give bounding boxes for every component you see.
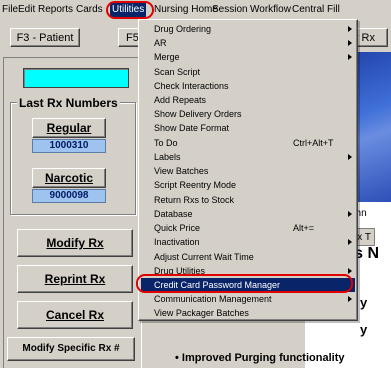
submenu-arrow-icon bbox=[348, 239, 352, 245]
menu-item-label: Add Repeats bbox=[154, 95, 207, 105]
menu-item-label: Check Interactions bbox=[154, 81, 229, 91]
menu-item-view-packager-batches[interactable]: View Packager Batches bbox=[141, 306, 355, 320]
cancel-rx-button[interactable]: Cancel Rx bbox=[17, 301, 133, 329]
highlight-annotation-credit-card bbox=[136, 274, 353, 293]
modify-specific-rx-button[interactable]: Modify Specific Rx # bbox=[7, 337, 135, 361]
regular-number: 1000310 bbox=[32, 139, 106, 153]
menu-session[interactable]: Session bbox=[212, 2, 248, 17]
menu-workflow[interactable]: Workflow bbox=[250, 2, 291, 17]
menu-item-label: Inactivation bbox=[154, 237, 200, 247]
regular-label: Regular bbox=[46, 121, 92, 135]
menu-item-check-interactions[interactable]: Check Interactions bbox=[141, 79, 355, 93]
menu-item-communication-management[interactable]: Communication Management bbox=[141, 292, 355, 306]
menu-item-label: Drug Ordering bbox=[154, 24, 212, 34]
news-text-1: y bbox=[360, 295, 368, 310]
menu-item-label: View Batches bbox=[154, 166, 209, 176]
menu-item-label: Return Rxs to Stock bbox=[154, 195, 235, 205]
menu-item-label: Script Reentry Mode bbox=[154, 180, 237, 190]
last-rx-group-title: Last Rx Numbers bbox=[17, 96, 120, 110]
cancel-rx-label: Cancel Rx bbox=[45, 308, 105, 322]
menu-item-label: View Packager Batches bbox=[154, 308, 249, 318]
submenu-arrow-icon bbox=[348, 54, 352, 60]
menu-item-label: Labels bbox=[154, 152, 181, 162]
menu-bar: File Edit Reports Cards Utilities Nursin… bbox=[0, 0, 391, 19]
submenu-arrow-icon bbox=[348, 154, 352, 160]
menu-item-return-rxs-to-stock[interactable]: Return Rxs to Stock bbox=[141, 193, 355, 207]
menu-item-label: AR bbox=[154, 38, 167, 48]
menu-item-label: Database bbox=[154, 209, 193, 219]
menu-item-ar[interactable]: AR bbox=[141, 36, 355, 50]
menu-item-label: Merge bbox=[154, 52, 180, 62]
modify-rx-label: Modify Rx bbox=[46, 236, 104, 250]
highlight-annotation-utilities bbox=[106, 1, 154, 19]
menu-item-label: Quick Price bbox=[154, 223, 201, 233]
menu-item-show-delivery-orders[interactable]: Show Delivery Orders bbox=[141, 107, 355, 121]
submenu-arrow-icon bbox=[348, 268, 352, 274]
menu-item-view-batches[interactable]: View Batches bbox=[141, 164, 355, 178]
reprint-rx-button[interactable]: Reprint Rx bbox=[17, 265, 133, 293]
menu-item-adjust-wait-time[interactable]: Adjust Current Wait Time bbox=[141, 250, 355, 264]
narcotic-number: 9000098 bbox=[32, 189, 106, 203]
menu-item-label: Communication Management bbox=[154, 294, 272, 304]
submenu-arrow-icon bbox=[348, 40, 352, 46]
menu-item-labels[interactable]: Labels bbox=[141, 150, 355, 164]
shortcut-label: Ctrl+Alt+T bbox=[293, 138, 334, 148]
submenu-arrow-icon bbox=[348, 26, 352, 32]
menu-item-label: To Do bbox=[154, 138, 178, 148]
patient-button[interactable]: F3 - Patient bbox=[10, 28, 80, 47]
narcotic-button[interactable]: Narcotic bbox=[32, 168, 106, 188]
menu-file[interactable]: File bbox=[2, 2, 18, 17]
shortcut-label: Alt+= bbox=[293, 223, 315, 233]
reprint-rx-label: Reprint Rx bbox=[44, 272, 106, 286]
menu-nursing-home[interactable]: Nursing Home bbox=[154, 2, 218, 17]
regular-button[interactable]: Regular bbox=[32, 118, 106, 138]
menu-edit[interactable]: Edit bbox=[18, 2, 35, 17]
menu-item-quick-price[interactable]: Quick Price Alt+= bbox=[141, 221, 355, 235]
submenu-arrow-icon bbox=[348, 211, 352, 217]
submenu-arrow-icon bbox=[348, 296, 352, 302]
menu-item-label: Adjust Current Wait Time bbox=[154, 252, 254, 262]
menu-item-inactivation[interactable]: Inactivation bbox=[141, 235, 355, 249]
rx-search-input[interactable] bbox=[23, 68, 129, 88]
menu-reports[interactable]: Reports bbox=[38, 2, 73, 17]
menu-central-fill[interactable]: Central Fill bbox=[292, 2, 340, 17]
modify-rx-button[interactable]: Modify Rx bbox=[17, 229, 133, 257]
menu-item-scan-script[interactable]: Scan Script bbox=[141, 65, 355, 79]
menu-item-label: Show Date Format bbox=[154, 123, 230, 133]
menu-item-label: Scan Script bbox=[154, 67, 201, 77]
menu-item-database[interactable]: Database bbox=[141, 207, 355, 221]
news-bullet: • Improved Purging functionality bbox=[175, 352, 345, 364]
menu-item-script-reentry-mode[interactable]: Script Reentry Mode bbox=[141, 178, 355, 192]
menu-item-merge[interactable]: Merge bbox=[141, 50, 355, 64]
menu-item-drug-ordering[interactable]: Drug Ordering bbox=[141, 22, 355, 36]
news-text-2: y bbox=[360, 322, 368, 337]
menu-cards[interactable]: Cards bbox=[76, 2, 103, 17]
menu-item-show-date-format[interactable]: Show Date Format bbox=[141, 121, 355, 135]
menu-item-add-repeats[interactable]: Add Repeats bbox=[141, 93, 355, 107]
menu-item-to-do[interactable]: To Do Ctrl+Alt+T bbox=[141, 136, 355, 150]
menu-item-label: Show Delivery Orders bbox=[154, 109, 242, 119]
narcotic-label: Narcotic bbox=[44, 171, 94, 185]
